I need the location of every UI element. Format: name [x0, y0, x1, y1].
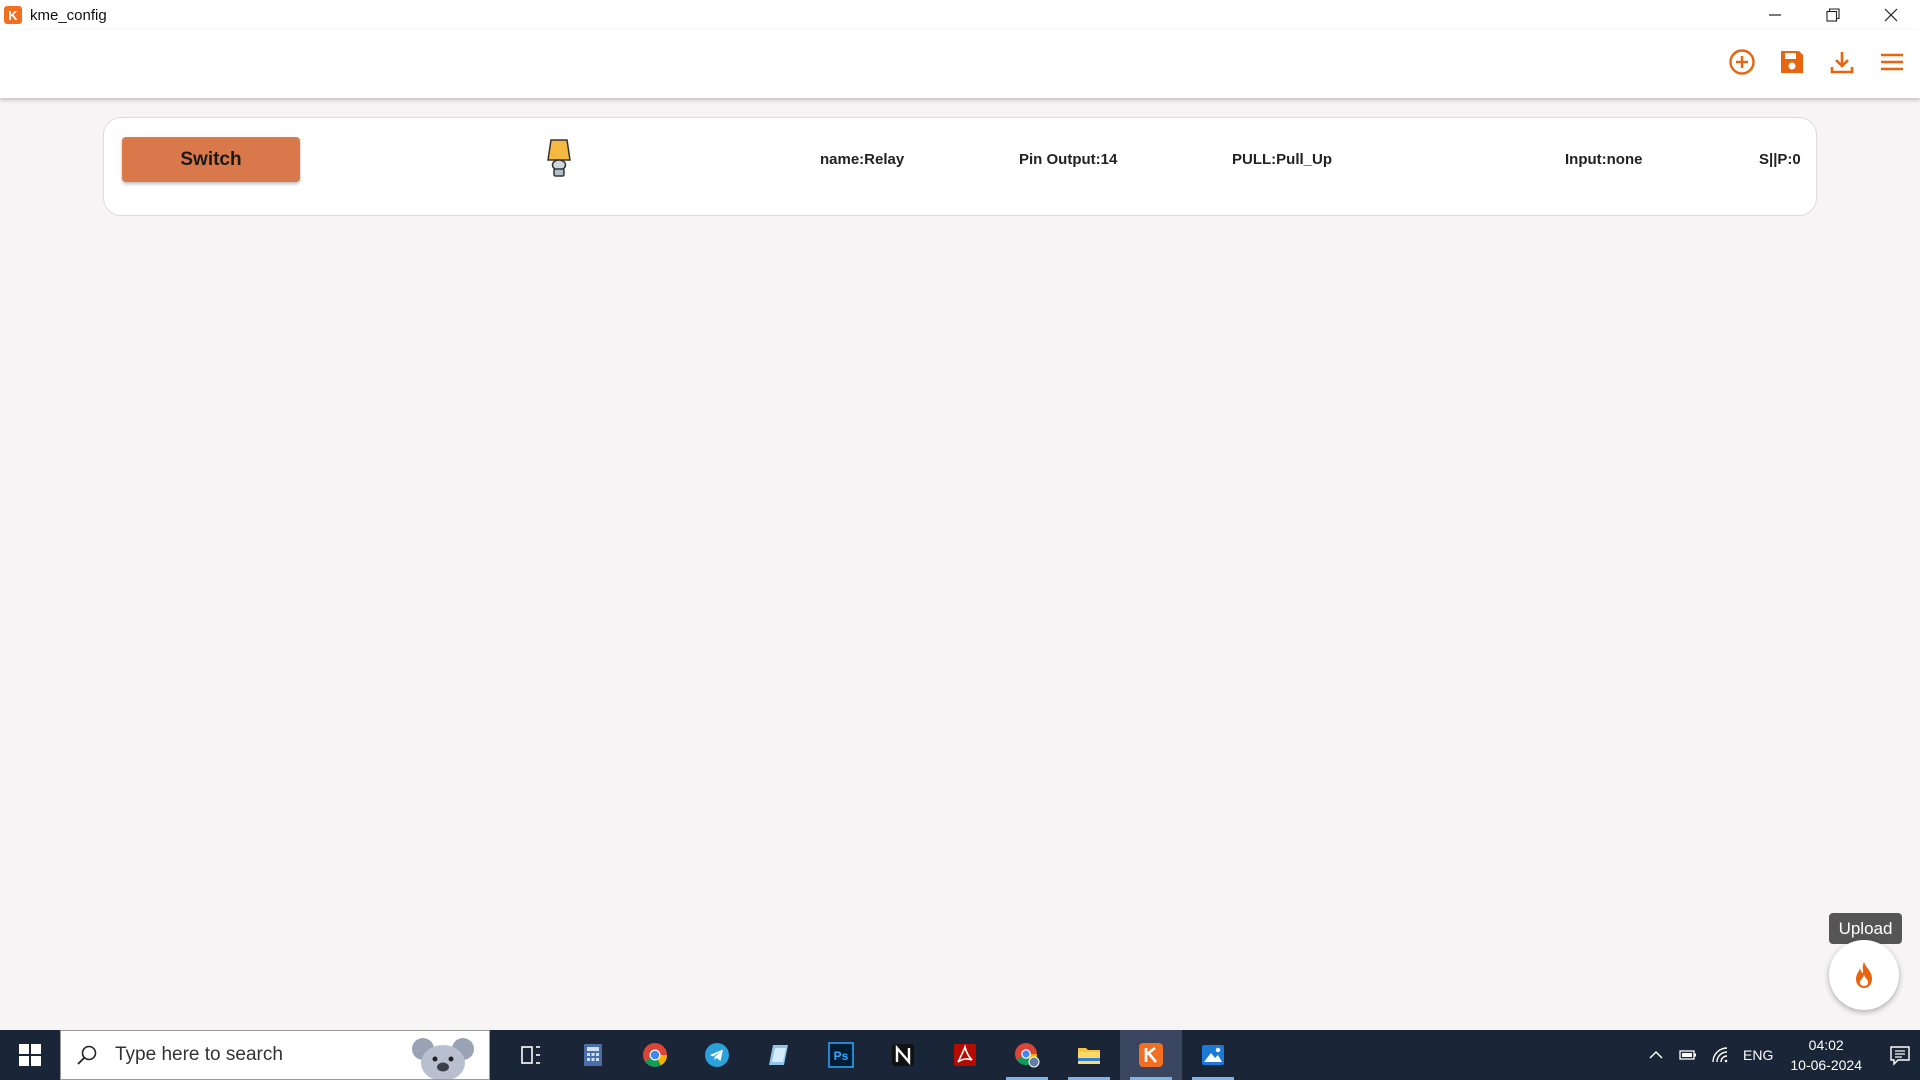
svg-text:Ps: Ps	[834, 1049, 849, 1063]
save-button[interactable]	[1778, 48, 1806, 76]
battery-icon	[1679, 1050, 1697, 1060]
language-indicator[interactable]: ENG	[1743, 1047, 1773, 1063]
switch-button[interactable]: Switch	[122, 137, 300, 182]
search-icon	[77, 1045, 97, 1065]
device-pin-output: Pin Output:14	[1019, 151, 1118, 168]
taskbar-photos[interactable]	[1182, 1030, 1244, 1080]
tray-overflow-button[interactable]	[1647, 1046, 1665, 1064]
save-icon	[1781, 51, 1803, 73]
device-sip: S||P:0	[1759, 151, 1801, 168]
close-button[interactable]	[1862, 0, 1920, 30]
photos-icon	[1202, 1045, 1224, 1065]
device-pull: PULL:Pull_Up	[1232, 151, 1332, 168]
wifi-icon	[1712, 1047, 1728, 1063]
photoshop-icon: Ps	[828, 1042, 854, 1068]
calculator-icon	[584, 1044, 602, 1066]
clock-time: 04:02	[1808, 1037, 1844, 1053]
notification-icon	[1890, 1046, 1910, 1066]
download-icon	[1830, 52, 1854, 74]
kme-config-icon	[1139, 1043, 1163, 1067]
window-controls	[1746, 0, 1920, 30]
device-name: name:Relay	[820, 151, 905, 168]
battery-status[interactable]	[1679, 1046, 1697, 1064]
notepad-icon	[769, 1045, 788, 1065]
minimize-icon	[1769, 14, 1781, 16]
app-logo-icon: K	[4, 6, 22, 24]
download-button[interactable]	[1828, 48, 1856, 76]
lamp-icon	[547, 139, 571, 177]
taskbar-search[interactable]: Type here to search	[60, 1030, 490, 1080]
start-button[interactable]	[0, 1030, 60, 1080]
toolbar	[0, 30, 1920, 98]
upload-button[interactable]	[1829, 940, 1899, 1010]
chrome-profile-icon	[1015, 1043, 1040, 1068]
taskbar-task-view[interactable]	[500, 1030, 562, 1080]
taskbar-chrome-profile[interactable]	[996, 1030, 1058, 1080]
task-view-icon	[521, 1046, 540, 1064]
network-status[interactable]	[1711, 1046, 1729, 1064]
notion-icon	[892, 1044, 914, 1066]
device-card: Switch name:Relay Pin Output:14 PULL:Pul…	[103, 117, 1817, 216]
window-title: kme_config	[30, 6, 107, 24]
menu-icon	[1881, 53, 1903, 71]
taskbar-chrome[interactable]	[624, 1030, 686, 1080]
clock-date: 10-06-2024	[1790, 1057, 1862, 1073]
chevron-up-icon	[1649, 1050, 1663, 1059]
search-placeholder: Type here to search	[115, 1044, 283, 1065]
system-tray: ENG 04:02 10-06-2024	[1640, 1030, 1920, 1080]
taskbar: Type here to search Ps ENG 04:02 10-06-2…	[0, 1030, 1920, 1080]
taskbar-acrobat[interactable]	[934, 1030, 996, 1080]
taskbar-notion[interactable]	[872, 1030, 934, 1080]
koala-icon	[412, 1038, 474, 1079]
flame-icon	[1856, 962, 1872, 988]
taskbar-file-explorer[interactable]	[1058, 1030, 1120, 1080]
taskbar-kme-config[interactable]	[1120, 1030, 1182, 1080]
taskbar-calculator[interactable]	[562, 1030, 624, 1080]
file-explorer-icon	[1078, 1048, 1100, 1064]
taskbar-notepad[interactable]	[748, 1030, 810, 1080]
close-icon	[1884, 8, 1898, 22]
taskbar-telegram[interactable]	[686, 1030, 748, 1080]
add-button[interactable]	[1728, 48, 1756, 76]
title-bar: K kme_config	[0, 0, 1920, 30]
restore-button[interactable]	[1804, 0, 1862, 30]
notification-center-button[interactable]	[1880, 1044, 1920, 1066]
taskbar-clock[interactable]: 04:02 10-06-2024	[1790, 1035, 1862, 1075]
taskbar-photoshop[interactable]: Ps	[810, 1030, 872, 1080]
device-input: Input:none	[1565, 151, 1643, 168]
acrobat-icon	[954, 1044, 976, 1066]
chrome-icon	[643, 1043, 667, 1067]
windows-icon	[19, 1044, 41, 1066]
restore-icon	[1826, 8, 1840, 22]
menu-button[interactable]	[1878, 48, 1906, 76]
telegram-icon	[705, 1043, 729, 1067]
add-circle-icon	[1729, 49, 1755, 75]
minimize-button[interactable]	[1746, 0, 1804, 30]
